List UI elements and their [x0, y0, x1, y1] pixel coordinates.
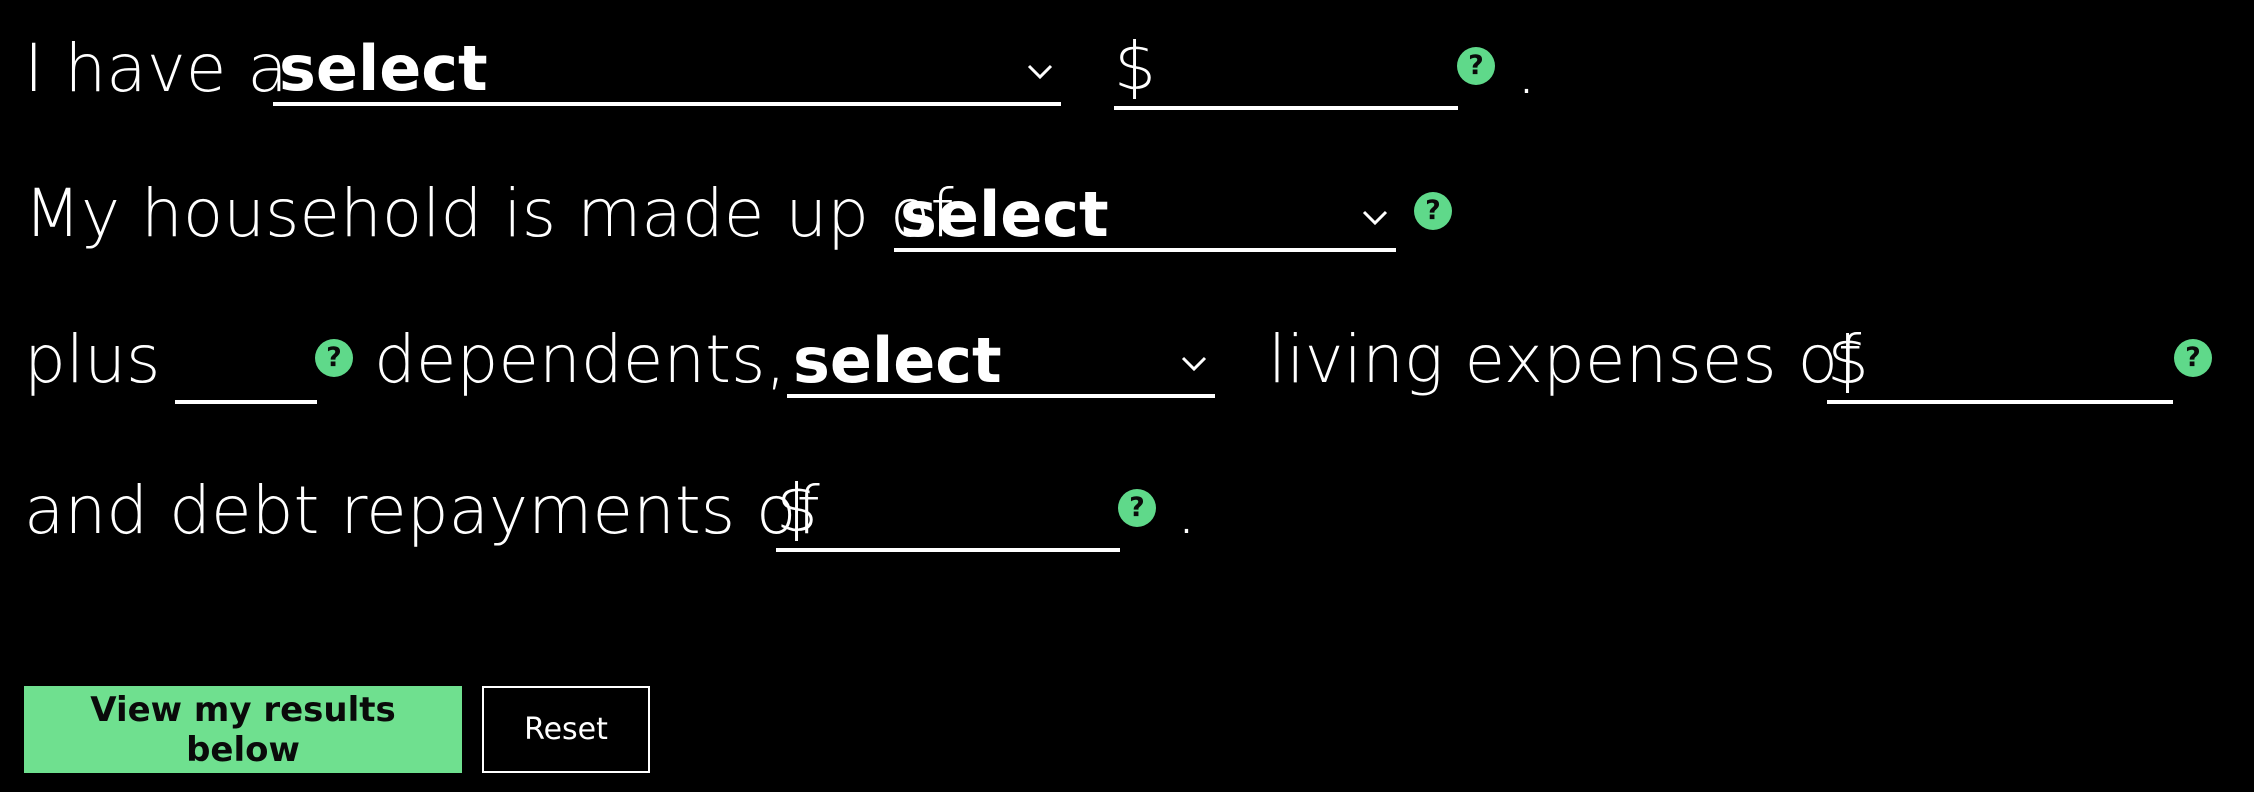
living-expenses-select-value: select: [793, 324, 1002, 397]
label-debt-repayments: and debt repayments of: [24, 472, 820, 549]
living-expenses-frequency-select[interactable]: select: [787, 320, 1215, 398]
income-currency-symbol: $: [1114, 28, 1156, 105]
living-currency-symbol: $: [1827, 322, 1869, 399]
help-icon[interactable]: ?: [2174, 339, 2212, 377]
help-icon[interactable]: ?: [1457, 47, 1495, 85]
debt-repayments-input[interactable]: [824, 480, 1120, 546]
chevron-down-icon: [1181, 356, 1207, 372]
help-icon[interactable]: ?: [315, 339, 353, 377]
line1-period: .: [1516, 32, 1537, 109]
label-living-expenses: living expenses of: [1268, 321, 1862, 398]
chevron-down-icon: [1027, 64, 1053, 80]
income-type-select[interactable]: select: [273, 30, 1061, 106]
label-household: My household is made up of: [24, 175, 954, 252]
living-expenses-field[interactable]: $: [1827, 322, 2173, 404]
living-expenses-input[interactable]: [1875, 332, 2173, 398]
label-i-have-a: I have a: [24, 30, 288, 107]
help-icon[interactable]: ?: [1414, 192, 1452, 230]
household-select[interactable]: select: [894, 174, 1396, 252]
debt-repayments-field[interactable]: $: [776, 470, 1120, 552]
dependents-input[interactable]: [175, 332, 317, 398]
debt-currency-symbol: $: [776, 470, 818, 547]
income-amount-input[interactable]: [1162, 38, 1458, 104]
help-icon[interactable]: ?: [1118, 489, 1156, 527]
household-select-value: select: [900, 178, 1109, 251]
dependents-field[interactable]: [175, 322, 317, 404]
reset-button[interactable]: Reset: [482, 686, 650, 773]
chevron-down-icon: [1362, 210, 1388, 226]
income-type-select-value: select: [279, 32, 488, 105]
line4-period: .: [1176, 472, 1197, 549]
label-dependents: dependents,: [374, 321, 787, 398]
income-amount-field[interactable]: $: [1114, 30, 1458, 110]
label-plus: plus: [24, 321, 161, 398]
view-results-button[interactable]: View my results below: [24, 686, 462, 773]
